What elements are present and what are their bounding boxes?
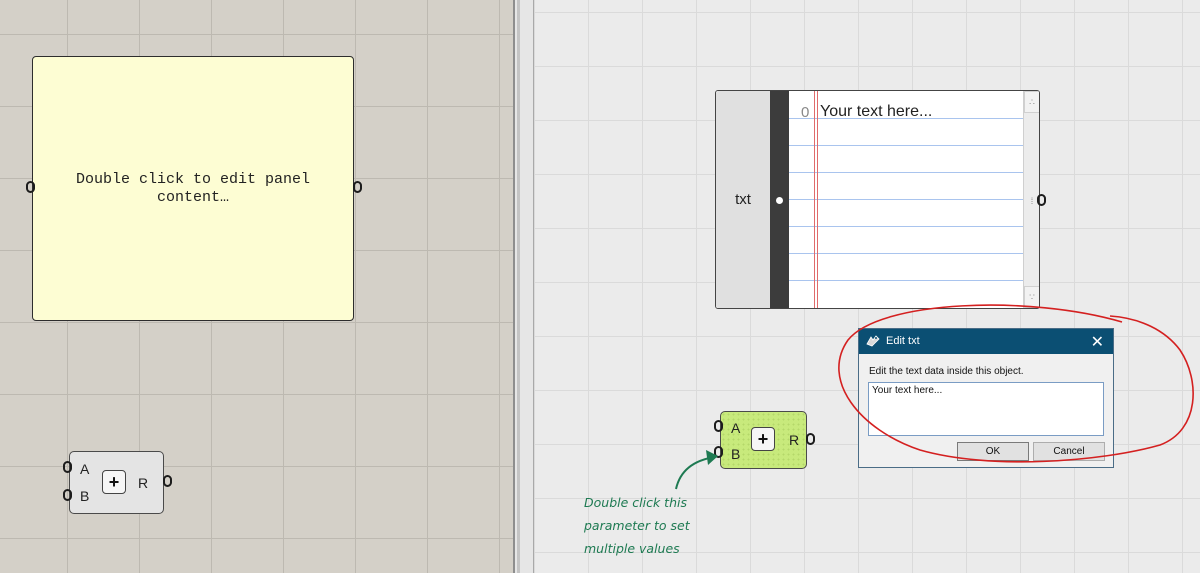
margin-line	[817, 91, 818, 308]
output-r-label: R	[789, 432, 800, 448]
plus-icon: +	[102, 470, 126, 494]
txt-parameter[interactable]: txt	[716, 91, 770, 308]
rule-line	[789, 172, 1023, 173]
dots-up-icon[interactable]: ∴	[1024, 91, 1039, 113]
addition-component-selected[interactable]: A B + R	[720, 411, 807, 469]
cancel-button[interactable]: Cancel	[1033, 442, 1105, 461]
dialog-prompt: Edit the text data inside this object.	[869, 366, 1024, 377]
rule-line	[789, 253, 1023, 254]
grasshopper-icon	[866, 335, 880, 347]
text-panel-output-port[interactable]	[1037, 194, 1046, 206]
rule-line	[789, 226, 1023, 227]
panel-input-port[interactable]	[26, 181, 35, 193]
annotation-note: Double click this parameter to set multi…	[584, 495, 690, 556]
text-panel-component[interactable]: txt 0 Your text here... ∴ ⁞ ∵	[715, 90, 1040, 309]
input-a-label: A	[731, 420, 741, 436]
rule-line	[789, 280, 1023, 281]
dialog-titlebar[interactable]: Edit txt ✕	[859, 329, 1113, 354]
input-b-label: B	[80, 488, 90, 504]
addition-component[interactable]: A B + R	[69, 451, 164, 514]
input-a-port[interactable]	[63, 461, 72, 473]
rule-line	[789, 145, 1023, 146]
notepad-area[interactable]: 0 Your text here...	[789, 91, 1023, 308]
margin-line	[814, 91, 815, 308]
input-a-port[interactable]	[714, 420, 723, 432]
input-b-port[interactable]	[63, 489, 72, 501]
input-a-label: A	[80, 461, 90, 477]
dialog-title: Edit txt	[886, 335, 920, 347]
canvas-divider[interactable]	[513, 0, 534, 573]
dots-down-icon[interactable]: ∵	[1024, 286, 1039, 308]
ok-button[interactable]: OK	[957, 442, 1029, 461]
output-r-label: R	[138, 475, 149, 491]
output-r-port[interactable]	[806, 433, 815, 445]
edit-txt-dialog[interactable]: Edit txt ✕ Edit the text data inside thi…	[858, 328, 1114, 468]
line-text: Your text here...	[820, 103, 933, 120]
text-data-input[interactable]: Your text here...	[868, 382, 1104, 436]
rule-line	[789, 199, 1023, 200]
output-r-port[interactable]	[163, 475, 172, 487]
close-icon[interactable]: ✕	[1091, 332, 1104, 352]
plus-icon: +	[751, 427, 775, 451]
parameter-dot-icon	[776, 197, 783, 204]
divider-grip	[517, 0, 520, 573]
input-b-port[interactable]	[714, 446, 723, 458]
panel-output-port[interactable]	[353, 181, 362, 193]
line-index: 0	[801, 104, 810, 121]
panel-component[interactable]: Double click to edit panel content…	[32, 56, 354, 321]
left-canvas[interactable]: Double click to edit panel content… A B …	[0, 0, 513, 573]
txt-parameter-label: txt	[735, 191, 751, 208]
input-b-label: B	[731, 446, 741, 462]
panel-content: Double click to edit panel content…	[75, 170, 311, 206]
